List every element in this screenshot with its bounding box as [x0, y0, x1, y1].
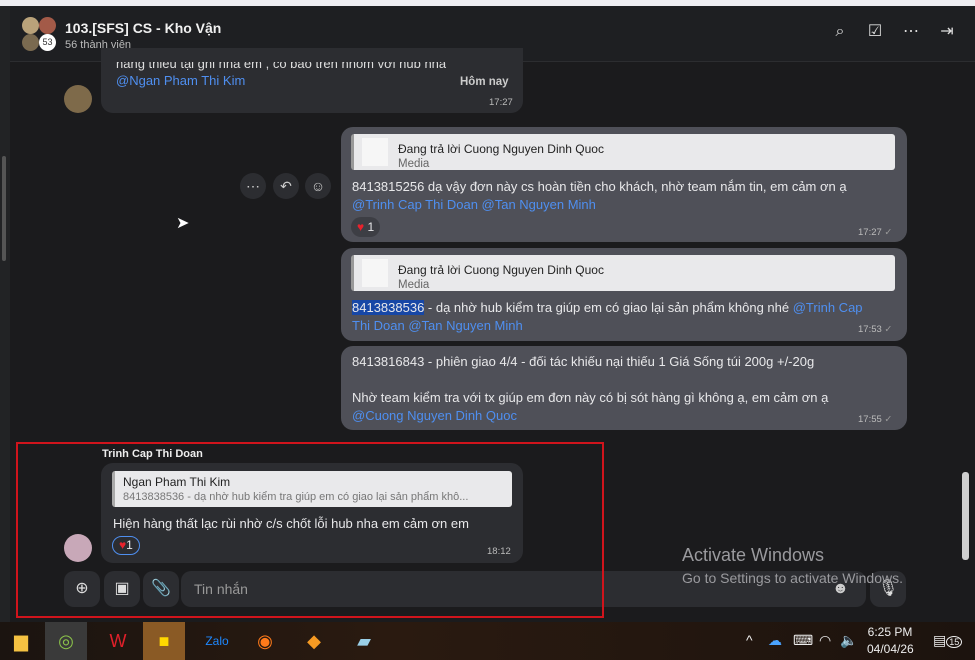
- reply-quote[interactable]: Đang trả lời Cuong Nguyen Dinh Quoc Medi…: [351, 255, 895, 291]
- mention-link[interactable]: Thi Doan @Tan Nguyen Minh: [352, 317, 523, 335]
- message-text: Nhờ team kiểm tra với tx giúp em đơn này…: [352, 390, 829, 405]
- selected-text: 8413838536: [352, 300, 425, 315]
- media-thumbnail: [362, 138, 388, 166]
- wps-office-icon[interactable]: W: [97, 622, 139, 660]
- sender-avatar[interactable]: [64, 85, 92, 113]
- reply-button[interactable]: ↶: [273, 173, 299, 199]
- message-time: 17:55 ✓: [858, 414, 893, 425]
- message-time: 17:53 ✓: [858, 324, 893, 335]
- reaction-count: 1: [367, 220, 375, 234]
- todo-icon[interactable]: ☑: [865, 22, 885, 42]
- reply-quote[interactable]: Đang trả lời Cuong Nguyen Dinh Quoc Medi…: [351, 134, 895, 170]
- date-label: Hôm nay: [460, 76, 509, 88]
- sent-check-icon: ✓: [884, 227, 893, 238]
- notepad-icon[interactable]: ▰: [343, 622, 385, 660]
- member-count-badge: 53: [39, 34, 56, 51]
- cloud-icon[interactable]: ☁: [768, 632, 782, 649]
- activation-watermark-title: Activate Windows: [682, 545, 825, 565]
- volume-icon[interactable]: 🔈: [840, 632, 857, 649]
- mention-link[interactable]: @Trinh Cap Thi Doan @Tan Nguyen Minh: [352, 196, 596, 214]
- member-avatar: [22, 34, 39, 51]
- taskbar: ▆ ◎ W ■ Zalo ◉ ◆ ▰ ^ ☁ ⌨ ◠ 🔈 6:25 PM 04/0…: [0, 622, 975, 660]
- more-actions-button[interactable]: ⋯: [240, 173, 266, 199]
- left-panel-edge: [0, 6, 10, 622]
- search-icon[interactable]: ⌕: [830, 22, 850, 42]
- message-text: 8413816843 - phiên giao 4/4 - đối tác kh…: [352, 354, 815, 369]
- message-text: 8413838536 - dạ nhờ hub kiểm tra giúp em…: [352, 300, 863, 315]
- react-button[interactable]: ☺: [305, 173, 331, 199]
- file-explorer-icon[interactable]: ▆: [0, 622, 42, 660]
- app-icon-orange[interactable]: ◆: [293, 622, 335, 660]
- message-time: 17:27: [489, 97, 513, 108]
- more-icon[interactable]: ⋯: [901, 22, 921, 42]
- heart-icon: ♥: [357, 220, 365, 234]
- sent-check-icon: ✓: [884, 324, 893, 335]
- reaction-badge[interactable]: ♥ 1: [351, 217, 381, 237]
- clock[interactable]: 6:25 PM 04/04/26: [867, 625, 914, 656]
- group-avatar[interactable]: 53: [22, 17, 60, 53]
- mouse-cursor-icon: ➤: [176, 215, 190, 232]
- zalo-icon[interactable]: Zalo: [196, 622, 238, 660]
- chat-title: 103.[SFS] CS - Kho Vận: [65, 20, 222, 36]
- sent-check-icon: ✓: [884, 414, 893, 425]
- activation-watermark-text: Go to Settings to activate Windows.: [682, 570, 903, 586]
- mention-link[interactable]: @Cuong Nguyen Dinh Quoc: [352, 407, 517, 425]
- language-icon[interactable]: ⌨: [793, 632, 813, 649]
- app-icon[interactable]: ◎: [45, 622, 87, 660]
- highlight-box: [16, 442, 604, 618]
- notifications-icon[interactable]: ▤ 15: [933, 632, 963, 649]
- mention-link[interactable]: @Trinh Cap: [793, 300, 863, 315]
- tray-chevron-icon[interactable]: ^: [746, 632, 753, 648]
- quote-title: Đang trả lời Cuong Nguyen Dinh Quoc: [398, 263, 604, 277]
- member-avatar: [22, 17, 39, 34]
- message-text: 8413815256 dạ vậy đơn này cs hoàn tiền c…: [352, 179, 847, 194]
- mention-link[interactable]: @Ngan Pham Thi Kim: [116, 72, 245, 90]
- member-avatar: [39, 17, 56, 34]
- vpn-icon[interactable]: ◉: [244, 622, 286, 660]
- left-scrollbar[interactable]: [2, 156, 6, 261]
- chat-scrollbar[interactable]: [962, 472, 969, 560]
- sticky-notes-icon[interactable]: ■: [143, 622, 185, 660]
- quote-title: Đang trả lời Cuong Nguyen Dinh Quoc: [398, 142, 604, 156]
- quote-subtitle: Media: [398, 158, 430, 170]
- wifi-icon[interactable]: ◠: [819, 632, 831, 649]
- sidebar-toggle-icon[interactable]: ⇥: [937, 22, 957, 42]
- quote-subtitle: Media: [398, 279, 430, 291]
- media-thumbnail: [362, 259, 388, 287]
- message-time: 17:27 ✓: [858, 227, 893, 238]
